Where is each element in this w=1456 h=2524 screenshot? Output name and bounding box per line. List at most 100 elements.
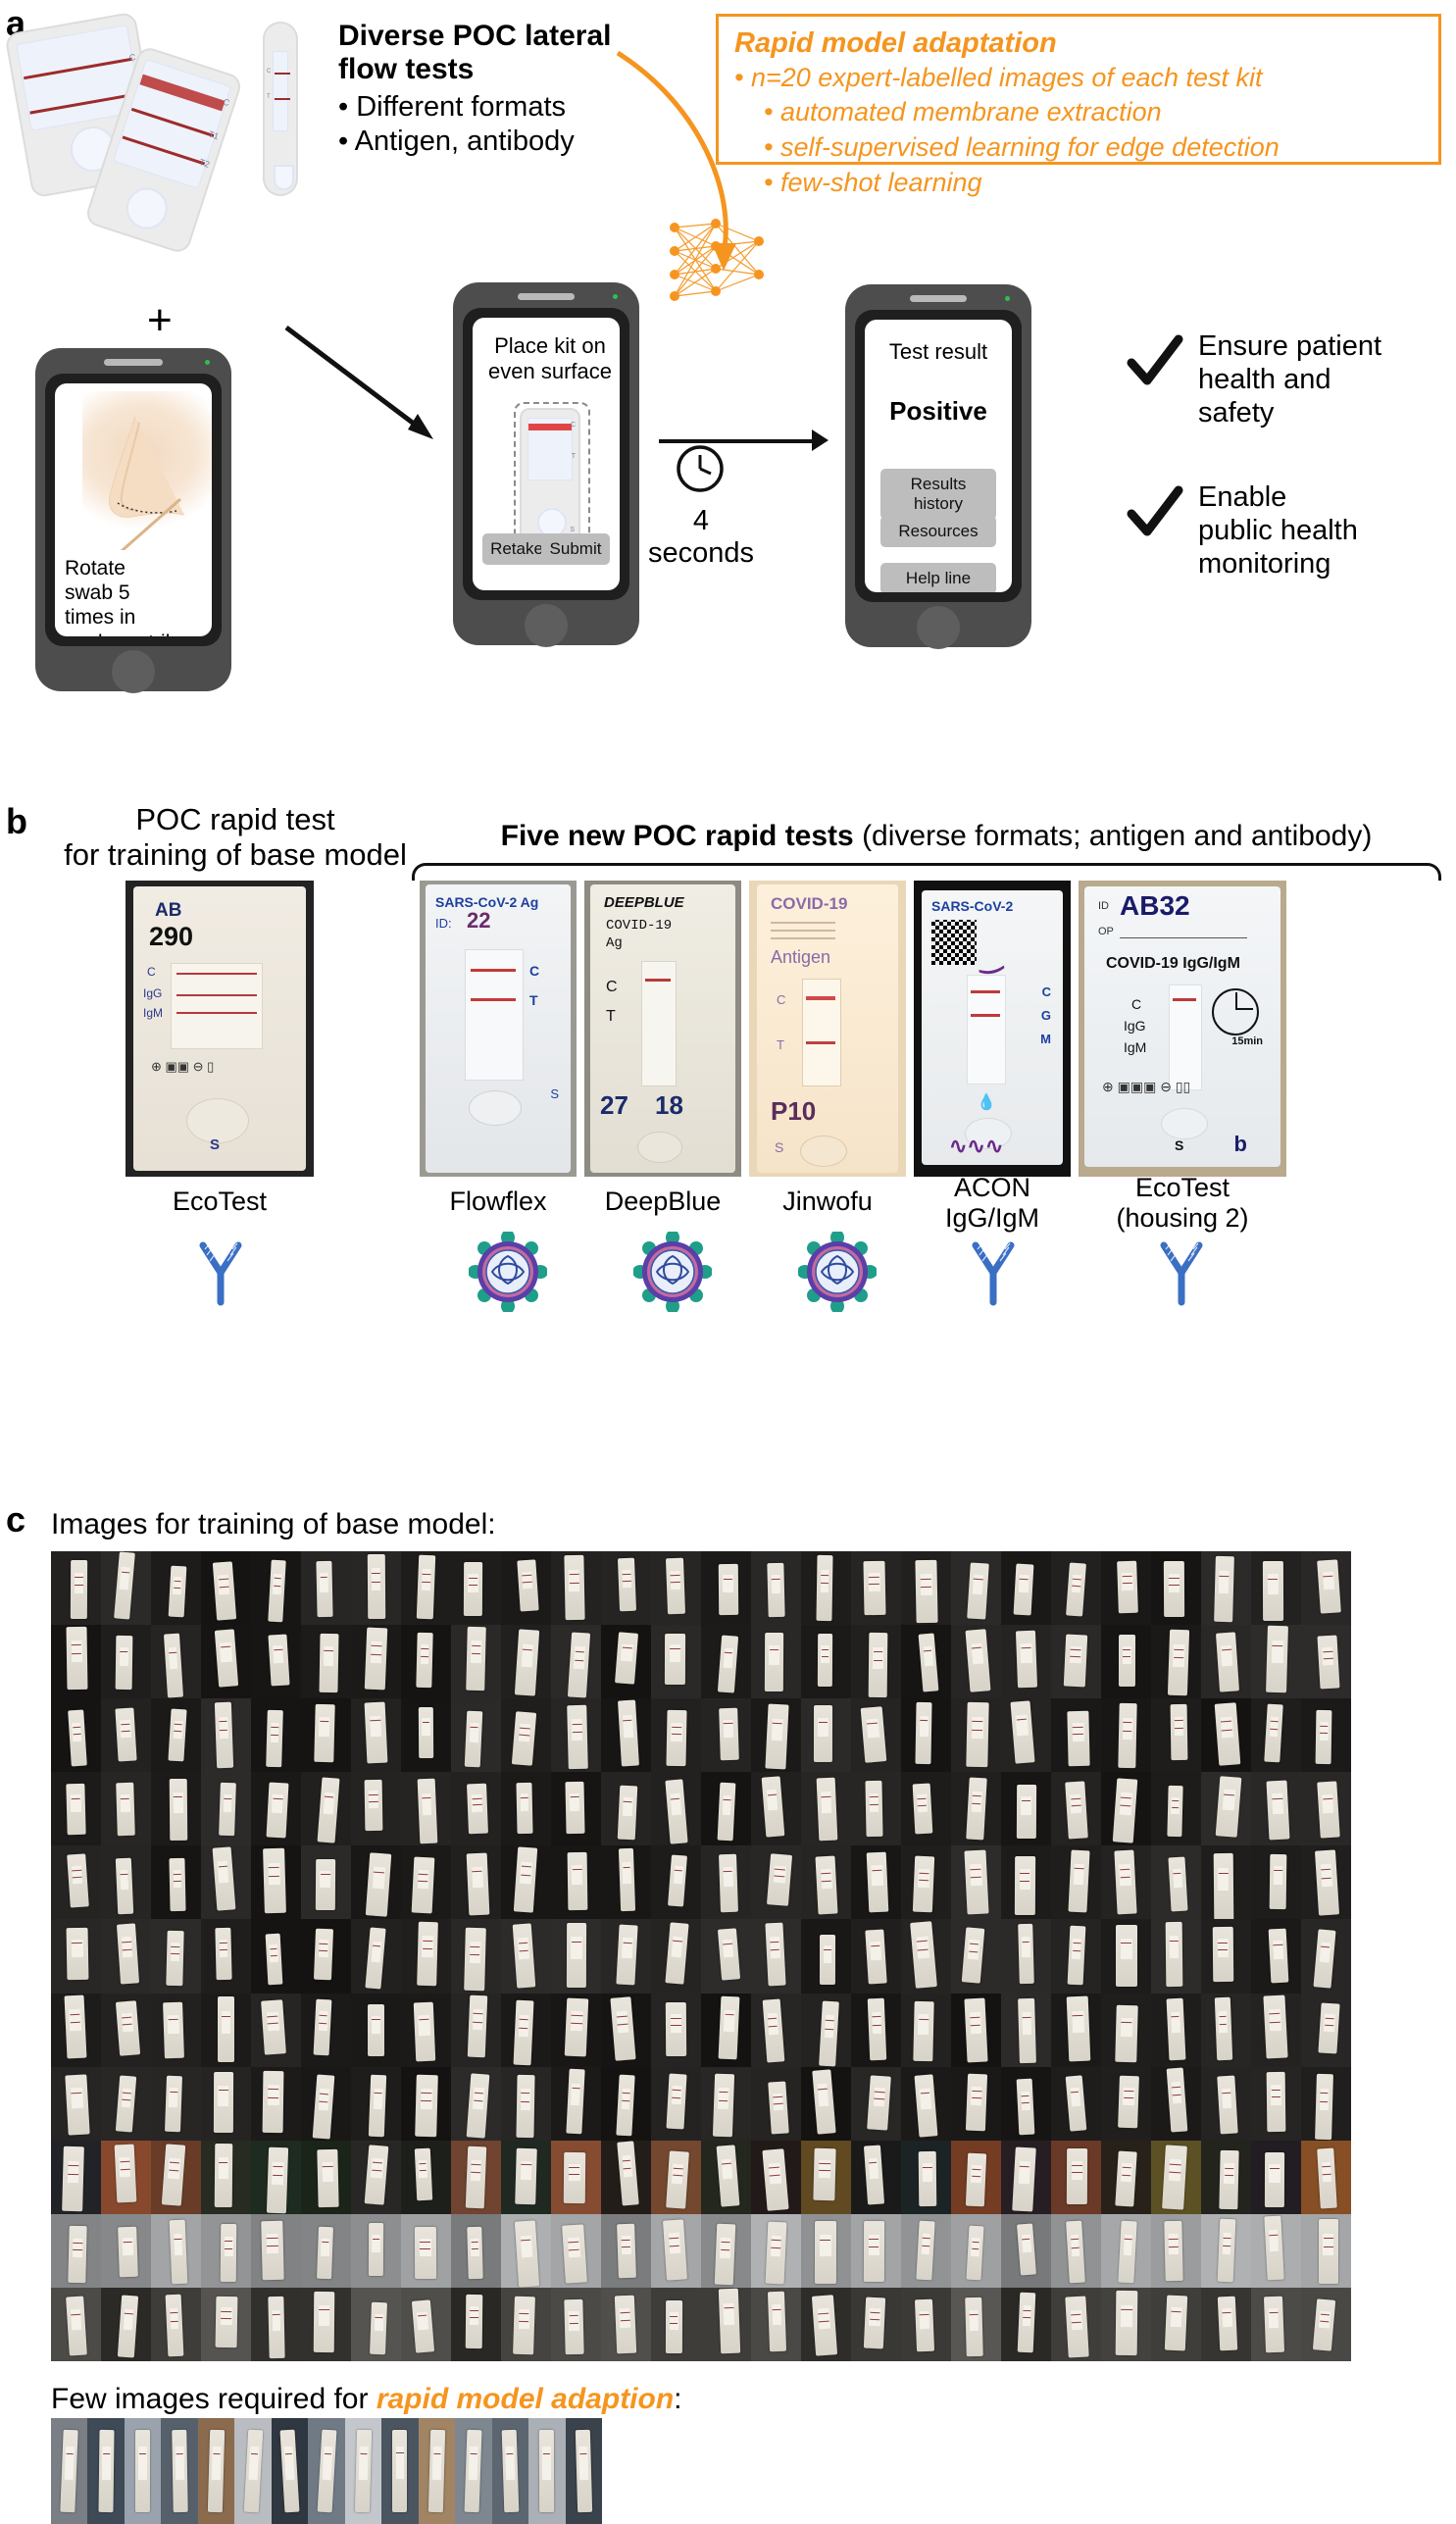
test-strip [413,2002,436,2063]
test-strip [315,1858,336,1911]
training-image-cell [151,2066,201,2141]
phone-home-button[interactable] [112,650,155,693]
test-strip [1065,2075,1087,2132]
training-image-cell [1201,1845,1251,1920]
test-strip [117,2295,139,2358]
help-line-button[interactable]: Help line [880,563,996,592]
test-strip [869,1632,889,1697]
training-image-cell [551,1919,601,1994]
training-image-cell [101,1551,151,1626]
training-image-cell [901,1625,951,1699]
training-image-cell [751,2066,801,2141]
training-image-cell [801,1993,851,2067]
training-image-cell [751,1845,801,1920]
test-strip [811,2295,837,2357]
captured-lateral-flow-device: C T S [520,408,580,547]
test-strip [364,1780,384,1832]
test-strip [668,1854,688,1907]
training-image-cell [1201,1551,1251,1626]
antibody-icon [1160,1241,1203,1306]
training-image-cell [701,1772,751,1846]
rapid-adaptation-bullet-3: • few-shot learning [764,167,982,197]
test-strip [60,2429,78,2513]
training-image-cell [801,2287,851,2361]
test-strip [68,1709,87,1766]
test-strip [354,2429,373,2513]
test-strip [1170,1703,1188,1760]
training-image-cell [401,1919,451,1994]
training-image-cell [651,1772,701,1846]
training-image-cell [651,1845,701,1920]
training-image-cell [1251,1551,1301,1626]
training-image-cell [151,1698,201,1773]
test-strip [369,2301,387,2354]
test-strip [664,1922,688,1985]
test-strip [963,1849,988,1915]
phone-swab-screen[interactable]: Rotate swab 5 times in each nostril [55,383,212,636]
phone-swab[interactable]: Rotate swab 5 times in each nostril [35,348,231,693]
kit-label-ecotest2-line-0: EcoTest [1134,1173,1230,1202]
test-strip [860,1706,886,1763]
test-strip [168,1708,188,1762]
test-strip [966,2074,988,2132]
training-image-cell [801,2066,851,2141]
training-image-cell [151,1625,201,1699]
phone-capture-screen[interactable]: Place kit on even surface C T S Retake S… [473,318,620,590]
training-image-cell [1201,1772,1251,1846]
right-heading-bold: Five new POC rapid tests [500,820,854,852]
training-image-cell [201,2066,251,2141]
test-strip [1012,2146,1036,2213]
training-image-cell [951,1845,1001,1920]
phone-result[interactable]: Test result Positive Results history Res… [845,284,1031,649]
virus-icon [469,1232,547,1312]
training-image-cell [51,1625,101,1699]
phone-home-button[interactable] [917,606,960,649]
few-image-cell [234,2418,272,2524]
training-image-cell [1101,1698,1151,1773]
training-image-cell [801,1845,851,1920]
test-strip [214,2143,233,2207]
kit-photo-ecotest-housing2: ID AB32 OP COVID-19 IgG/IgM C IgG IgM 15… [1079,881,1286,1177]
training-image-cell [451,1625,501,1699]
training-image-cell [151,2213,201,2288]
antibody-icon [972,1241,1015,1306]
test-strip [368,2003,385,2056]
test-strip [516,2074,534,2138]
test-strip [817,1634,833,1688]
test-strip [1017,1997,1036,2063]
test-strip [115,2000,140,2056]
results-history-button[interactable]: Results history [880,469,996,520]
test-strip [966,2226,985,2281]
training-image-cell [951,1551,1001,1626]
test-strip [713,2073,735,2138]
submit-button[interactable]: Submit [541,533,610,565]
test-strip [716,2145,740,2206]
training-image-cell [901,1993,951,2067]
test-strip [415,2074,439,2137]
test-strip [1214,1702,1241,1767]
training-image-cell [1101,1919,1151,1994]
training-image-cell [251,1919,301,1994]
test-strip [515,2220,540,2287]
training-image-cell [951,2287,1001,2361]
training-image-cell [101,1698,151,1773]
test-strip [1067,1995,1091,2062]
phone-result-screen[interactable]: Test result Positive Results history Res… [865,320,1012,592]
test-strip [1313,1929,1336,1989]
test-strip [814,2220,837,2284]
training-image-cell [801,2140,851,2214]
test-strip [714,2223,736,2285]
test-strip [516,1783,534,1835]
test-strip [717,1782,736,1841]
test-strip [1016,1785,1036,1840]
few-image-cell [271,2418,309,2524]
few-images-title: Few images required for rapid model adap… [51,2383,682,2416]
test-strip [268,1634,290,1687]
training-image-cell [1101,2066,1151,2141]
virus-icon [798,1232,877,1312]
phone-capture[interactable]: Place kit on even surface C T S Retake S… [453,282,639,647]
test-strip [1268,1928,1289,1984]
phone-home-button[interactable] [525,604,568,647]
resources-button[interactable]: Resources [880,516,996,547]
training-image-cell [1001,1551,1051,1626]
